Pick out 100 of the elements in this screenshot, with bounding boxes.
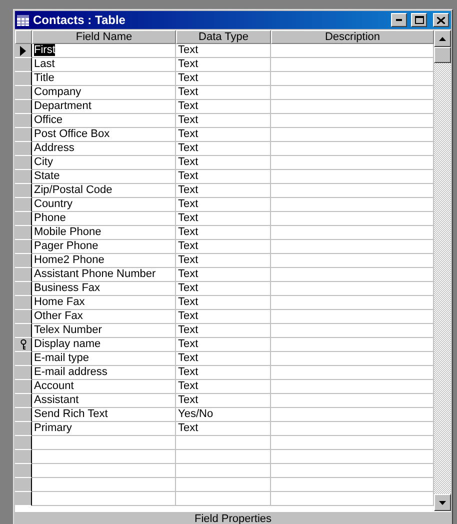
field-name-cell[interactable]: Zip/Postal Code [32,184,176,198]
description-cell[interactable] [271,310,434,324]
data-type-cell[interactable]: Text [176,100,271,114]
field-name-cell[interactable]: First [32,44,176,58]
row-selector[interactable] [15,212,32,226]
description-cell[interactable] [271,408,434,422]
row-selector[interactable] [15,184,32,198]
field-name-cell[interactable]: Business Fax [32,282,176,296]
data-type-cell[interactable]: Text [176,338,271,352]
field-name-cell[interactable]: Office [32,114,176,128]
empty-cell[interactable] [271,450,434,464]
description-cell[interactable] [271,324,434,338]
data-type-cell[interactable]: Text [176,128,271,142]
description-cell[interactable] [271,72,434,86]
data-type-cell[interactable]: Text [176,212,271,226]
field-name-cell[interactable]: State [32,170,176,184]
row-selector[interactable] [15,198,32,212]
row-selector[interactable] [15,100,32,114]
field-name-cell[interactable]: Phone [32,212,176,226]
data-type-cell[interactable]: Text [176,156,271,170]
row-selector[interactable] [15,324,32,338]
empty-cell[interactable] [271,464,434,478]
data-type-cell[interactable]: Text [176,380,271,394]
empty-cell[interactable] [271,478,434,492]
description-cell[interactable] [271,394,434,408]
row-selector[interactable] [15,366,32,380]
row-selector[interactable] [15,170,32,184]
field-name-cell[interactable]: Title [32,72,176,86]
description-cell[interactable] [271,44,434,58]
row-selector[interactable] [15,268,32,282]
empty-cell[interactable] [176,436,271,450]
field-name-cell[interactable]: Country [32,198,176,212]
data-type-cell[interactable]: Text [176,422,271,436]
description-cell[interactable] [271,170,434,184]
row-selector[interactable] [15,352,32,366]
scroll-up-button[interactable] [434,30,451,47]
row-selector[interactable] [15,338,32,352]
row-selector[interactable] [15,156,32,170]
description-cell[interactable] [271,86,434,100]
description-cell[interactable] [271,422,434,436]
description-cell[interactable] [271,338,434,352]
row-selector[interactable] [15,44,32,58]
data-type-cell[interactable]: Text [176,240,271,254]
description-cell[interactable] [271,156,434,170]
data-type-cell[interactable]: Text [176,142,271,156]
row-selector[interactable] [15,142,32,156]
data-type-cell[interactable]: Text [176,184,271,198]
row-selector[interactable] [15,282,32,296]
row-selector[interactable] [15,310,32,324]
description-cell[interactable] [271,296,434,310]
data-type-cell[interactable]: Text [176,44,271,58]
scroll-down-button[interactable] [434,494,451,511]
data-type-cell[interactable]: Text [176,282,271,296]
description-cell[interactable] [271,198,434,212]
data-type-cell[interactable]: Text [176,310,271,324]
field-name-cell[interactable]: Address [32,142,176,156]
field-name-cell[interactable]: Assistant [32,394,176,408]
data-type-cell[interactable]: Text [176,324,271,338]
data-type-cell[interactable]: Text [176,114,271,128]
empty-cell[interactable] [271,436,434,450]
row-selector[interactable] [15,464,32,478]
row-selector[interactable] [15,380,32,394]
field-name-cell[interactable]: Home2 Phone [32,254,176,268]
row-selector[interactable] [15,408,32,422]
minimize-button[interactable] [391,13,407,27]
data-type-cell[interactable]: Yes/No [176,408,271,422]
description-cell[interactable] [271,254,434,268]
data-type-cell[interactable]: Text [176,58,271,72]
field-name-cell[interactable]: Assistant Phone Number [32,268,176,282]
description-cell[interactable] [271,58,434,72]
field-name-cell[interactable]: Post Office Box [32,128,176,142]
field-name-cell[interactable]: Display name [32,338,176,352]
description-cell[interactable] [271,380,434,394]
data-type-cell[interactable]: Text [176,352,271,366]
field-name-cell[interactable]: Home Fax [32,296,176,310]
field-name-cell[interactable]: Primary [32,422,176,436]
data-type-cell[interactable]: Text [176,296,271,310]
field-name-cell[interactable]: Department [32,100,176,114]
row-selector[interactable] [15,296,32,310]
field-name-cell[interactable]: City [32,156,176,170]
row-selector[interactable] [15,86,32,100]
field-name-cell[interactable]: Mobile Phone [32,226,176,240]
field-name-cell[interactable]: Send Rich Text [32,408,176,422]
description-cell[interactable] [271,100,434,114]
empty-cell[interactable] [176,492,271,506]
field-name-cell[interactable]: Other Fax [32,310,176,324]
description-cell[interactable] [271,268,434,282]
field-name-cell[interactable]: Company [32,86,176,100]
empty-cell[interactable] [176,450,271,464]
scroll-thumb[interactable] [434,47,451,63]
data-type-cell[interactable]: Text [176,394,271,408]
vertical-scrollbar[interactable] [434,30,451,511]
description-cell[interactable] [271,184,434,198]
field-name-cell[interactable]: Last [32,58,176,72]
data-type-cell[interactable]: Text [176,86,271,100]
row-selector[interactable] [15,478,32,492]
description-cell[interactable] [271,142,434,156]
description-cell[interactable] [271,114,434,128]
description-cell[interactable] [271,352,434,366]
data-type-cell[interactable]: Text [176,226,271,240]
